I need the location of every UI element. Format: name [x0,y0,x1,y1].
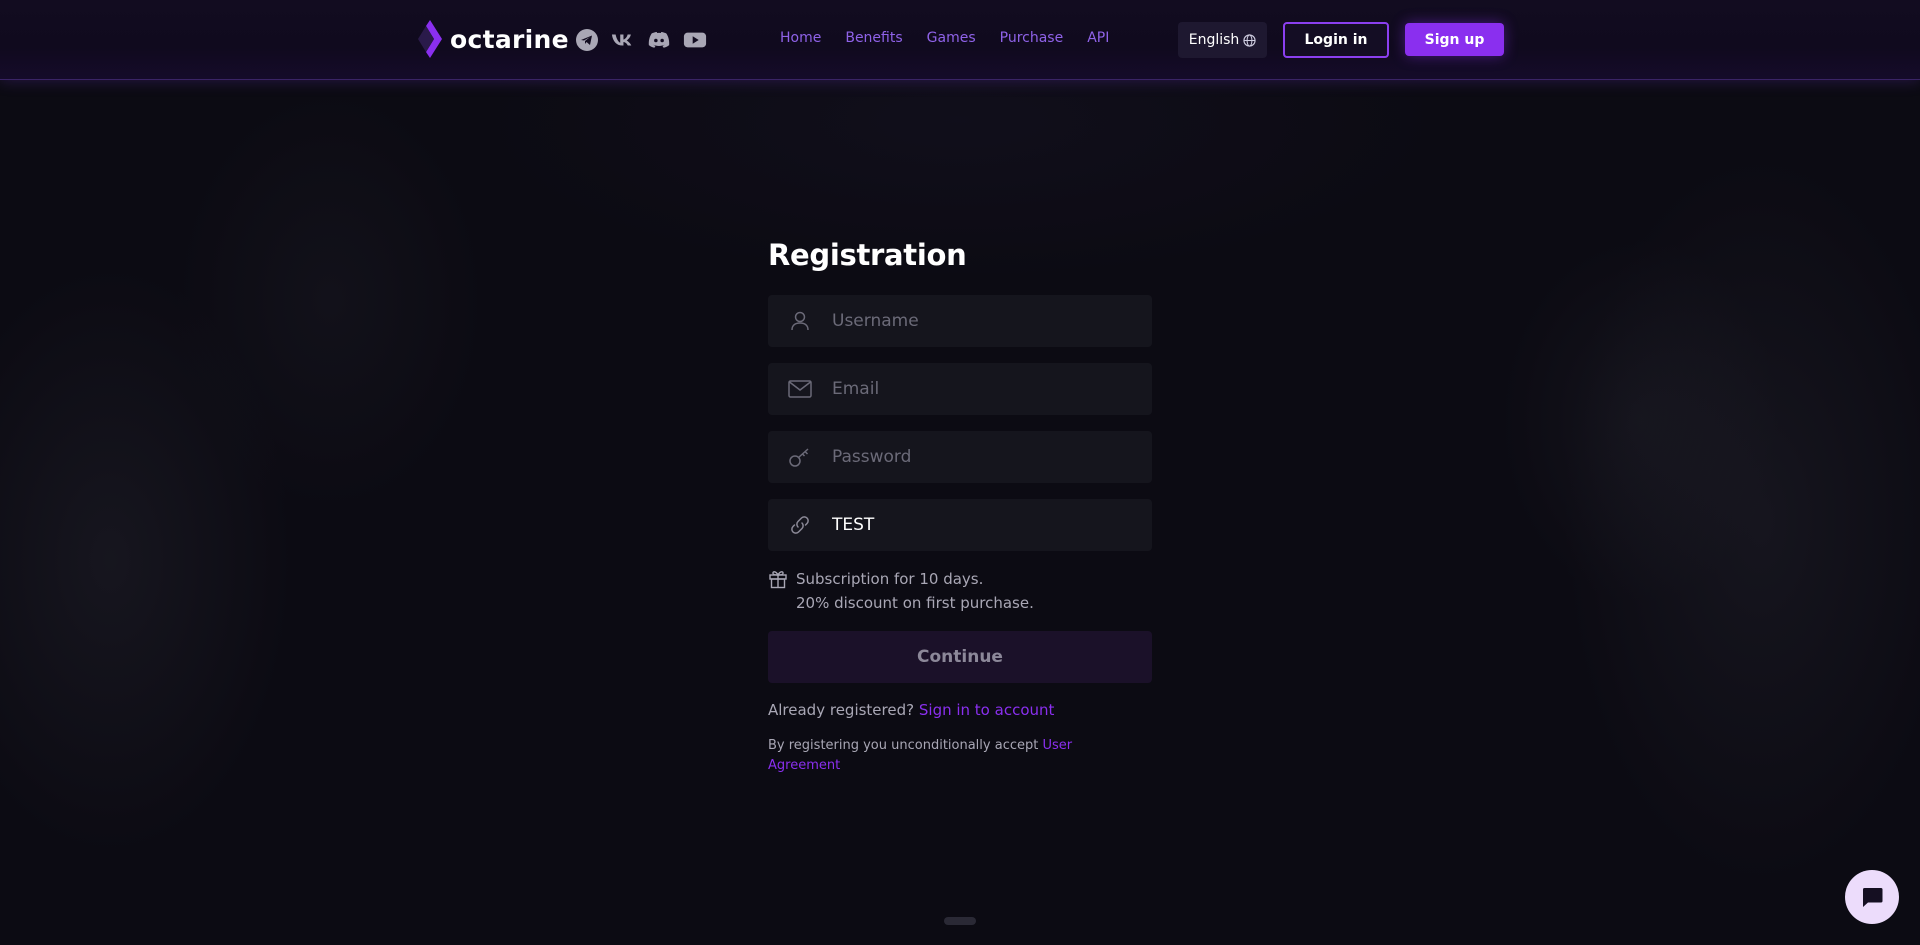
globe-icon [1243,33,1256,47]
key-icon [768,446,832,468]
telegram-icon[interactable] [575,28,599,52]
promo-info: Subscription for 10 days. 20% discount o… [768,567,1152,615]
signup-button[interactable]: Sign up [1405,23,1504,56]
referral-field [768,499,1152,551]
signin-link[interactable]: Sign in to account [919,701,1055,719]
password-input[interactable] [832,447,1132,467]
terms-text: By registering you unconditionally accep… [768,738,1039,753]
nav-home[interactable]: Home [780,30,821,46]
vk-icon[interactable] [611,28,635,52]
language-selector[interactable]: English [1178,22,1267,58]
main-nav: Home Benefits Games Purchase API [780,30,1109,46]
promo-line-2: 20% discount on first purchase. [796,594,1034,612]
chat-button[interactable] [1845,870,1899,924]
youtube-icon[interactable] [683,28,707,52]
already-text: Already registered? [768,701,915,719]
scroll-indicator[interactable] [944,917,976,925]
user-icon [768,310,832,332]
chat-icon [1863,888,1883,907]
already-registered: Already registered? Sign in to account [768,701,1152,719]
link-icon [768,513,832,537]
terms-notice: By registering you unconditionally accep… [768,736,1108,776]
logo-text: octarine [450,24,569,54]
page-title: Registration [768,238,967,272]
nav-games[interactable]: Games [927,30,976,46]
nav-benefits[interactable]: Benefits [845,30,902,46]
email-field [768,363,1152,415]
discord-icon[interactable] [647,28,671,52]
top-header: octarine Home Benefits Games Purchase AP… [0,0,1920,80]
language-label: English [1188,32,1240,48]
nav-purchase[interactable]: Purchase [1000,30,1064,46]
login-button[interactable]: Login in [1283,22,1389,58]
social-links [575,28,707,52]
password-field [768,431,1152,483]
logo[interactable]: octarine [416,20,569,58]
registration-form: Registration Subscription for 10 days. 2… [768,238,1152,776]
email-input[interactable] [832,379,1132,399]
mail-icon [768,380,832,398]
promo-line-1: Subscription for 10 days. [796,570,984,588]
continue-button[interactable]: Continue [768,631,1152,683]
referral-code-input[interactable] [832,515,1132,535]
username-input[interactable] [832,311,1132,331]
nav-api[interactable]: API [1087,30,1109,46]
logo-mark-icon [418,20,442,58]
gift-icon [768,567,796,615]
username-field [768,295,1152,347]
